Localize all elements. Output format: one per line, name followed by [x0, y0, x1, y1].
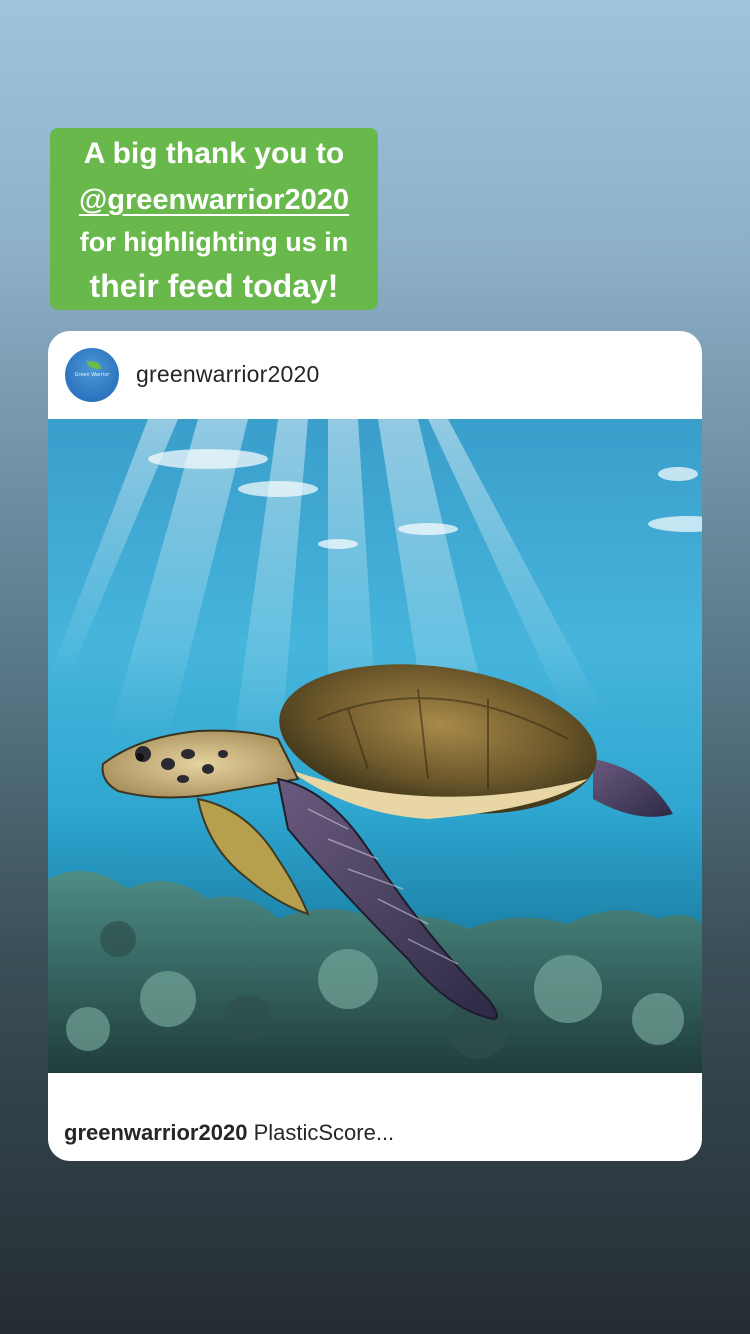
mention-link[interactable]: @greenwarrior2020: [79, 184, 349, 217]
caption-line-3: for highlighting us in: [50, 220, 378, 264]
post-caption[interactable]: greenwarrior2020 PlasticScore...: [64, 1120, 394, 1146]
caption-line-2[interactable]: @greenwarrior2020: [50, 178, 378, 222]
footer-username[interactable]: greenwarrior2020: [64, 1120, 247, 1145]
sea-turtle-photo-icon: [48, 419, 702, 1073]
caption-line-4: their feed today!: [50, 262, 378, 310]
caption-line-1: A big thank you to: [50, 128, 378, 180]
post-image[interactable]: [48, 419, 702, 1073]
avatar[interactable]: Green Warrior: [65, 348, 119, 402]
post-username[interactable]: greenwarrior2020: [136, 361, 319, 388]
post-header[interactable]: Green Warrior greenwarrior2020: [48, 331, 702, 419]
shared-post-card[interactable]: Green Warrior greenwarrior2020 greenwarr…: [48, 331, 702, 1161]
avatar-logo-text: Green Warrior: [74, 372, 110, 378]
leaf-icon: [87, 361, 101, 369]
footer-caption-text: PlasticScore...: [253, 1120, 395, 1145]
post-footer[interactable]: greenwarrior2020 PlasticScore...: [48, 1073, 702, 1161]
